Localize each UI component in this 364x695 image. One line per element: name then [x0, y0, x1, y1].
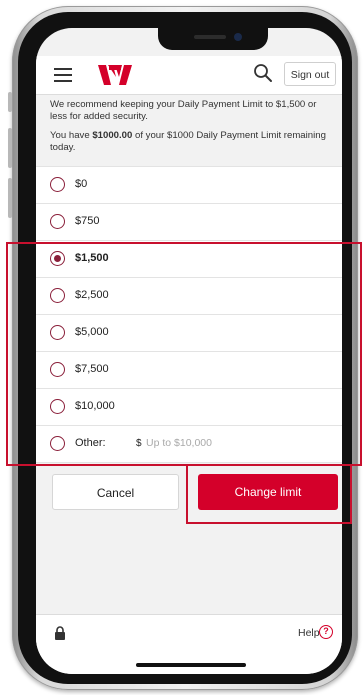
- home-indicator[interactable]: [136, 663, 246, 667]
- limit-option-0[interactable]: $0: [36, 167, 342, 204]
- volume-down-button-hardware: [8, 178, 12, 218]
- remaining-text: You have $1000.00 of your $1000 Daily Pa…: [50, 130, 326, 153]
- limit-option-other[interactable]: Other: $: [36, 426, 342, 463]
- limit-option-7500[interactable]: $7,500: [36, 352, 342, 389]
- speaker-grille: [194, 35, 226, 39]
- front-camera: [234, 33, 242, 41]
- recommendation-text: We recommend keeping your Daily Payment …: [50, 99, 317, 122]
- radio-button[interactable]: [50, 325, 65, 340]
- limit-intro: We recommend keeping your Daily Payment …: [50, 99, 334, 161]
- radio-button[interactable]: [50, 399, 65, 414]
- option-label: $5,000: [75, 326, 109, 338]
- sign-out-button[interactable]: Sign out: [284, 62, 336, 86]
- mute-switch-hardware: [8, 92, 12, 112]
- volume-up-button-hardware: [8, 128, 12, 168]
- remaining-amount: $1000.00: [92, 130, 133, 141]
- limit-option-10000[interactable]: $10,000: [36, 389, 342, 426]
- limit-option-5000[interactable]: $5,000: [36, 315, 342, 352]
- phone-notch: [158, 28, 268, 50]
- app-footer: Help ?: [36, 614, 342, 674]
- lock-icon: [55, 626, 65, 640]
- radio-button[interactable]: [50, 177, 65, 192]
- search-icon[interactable]: [252, 62, 274, 84]
- hamburger-icon[interactable]: [54, 68, 72, 82]
- option-label: $750: [75, 215, 100, 227]
- option-label: $1,500: [75, 252, 109, 264]
- app-screen: Sign out We recommend keeping your Daily…: [36, 28, 342, 674]
- westpac-logo-icon[interactable]: [98, 65, 132, 85]
- cancel-button[interactable]: Cancel: [52, 474, 179, 510]
- help-circle-icon[interactable]: ?: [319, 625, 333, 639]
- app-header: Sign out: [36, 56, 342, 95]
- other-amount-input[interactable]: [146, 434, 296, 452]
- option-label: $10,000: [75, 400, 115, 412]
- change-limit-button[interactable]: Change limit: [198, 474, 338, 510]
- radio-button[interactable]: [50, 288, 65, 303]
- limit-option-2500[interactable]: $2,500: [36, 278, 342, 315]
- limit-option-750[interactable]: $750: [36, 204, 342, 241]
- limit-option-1500[interactable]: $1,500: [36, 241, 342, 278]
- option-label: $2,500: [75, 289, 109, 301]
- radio-button[interactable]: [50, 436, 65, 451]
- radio-button-selected[interactable]: [50, 251, 65, 266]
- other-label: Other:: [75, 437, 106, 449]
- option-label: $7,500: [75, 363, 109, 375]
- option-label: $0: [75, 178, 88, 190]
- help-label[interactable]: Help: [298, 627, 320, 639]
- radio-button[interactable]: [50, 362, 65, 377]
- radio-button[interactable]: [50, 214, 65, 229]
- limit-options-list: $0 $750 $1,500 $2,500 $5,000 $7,500 $10,…: [36, 166, 342, 463]
- other-currency-symbol: $: [136, 438, 142, 449]
